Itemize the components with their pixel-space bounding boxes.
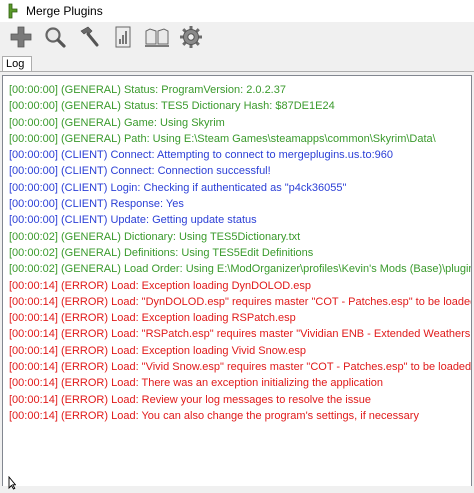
log-line: [00:00:00] (GENERAL) Path: Using E:\Stea… <box>9 132 436 145</box>
log-line: [00:00:14] (ERROR) Load: "RSPatch.esp" r… <box>9 328 471 341</box>
log-output[interactable]: [00:00:00] (GENERAL) Status: ProgramVers… <box>2 75 472 487</box>
tab-log[interactable]: Log <box>2 56 32 72</box>
log-line: [00:00:00] (CLIENT) Update: Getting upda… <box>9 214 257 227</box>
log-line: [00:00:00] (GENERAL) Status: TES5 Dictio… <box>9 100 335 113</box>
mouse-cursor-icon <box>8 476 16 490</box>
report-icon[interactable] <box>106 23 140 51</box>
plus-icon[interactable] <box>4 23 38 51</box>
magnifier-icon[interactable] <box>38 23 72 51</box>
books-icon[interactable] <box>140 23 174 51</box>
log-line: [00:00:00] (CLIENT) Login: Checking if a… <box>9 181 347 194</box>
log-line: [00:00:00] (GENERAL) Status: ProgramVers… <box>9 84 286 96</box>
tab-log-label: Log <box>6 58 25 70</box>
log-line: [00:00:14] (ERROR) Load: Exception loadi… <box>9 344 306 357</box>
log-line: [00:00:14] (ERROR) Load: You can also ch… <box>9 409 419 422</box>
log-line: [00:00:00] (CLIENT) Connect: Connection … <box>9 165 271 178</box>
log-panel: [00:00:00] (GENERAL) Status: ProgramVers… <box>0 71 474 493</box>
log-line: [00:00:02] (GENERAL) Load Order: Using E… <box>9 263 472 276</box>
app-icon <box>8 3 18 19</box>
title-bar: Merge Plugins <box>0 0 474 22</box>
log-line: [00:00:14] (ERROR) Load: Exception loadi… <box>9 312 296 325</box>
log-line: [00:00:02] (GENERAL) Definitions: Using … <box>9 246 314 259</box>
log-line: [00:00:00] (GENERAL) Game: Using Skyrim <box>9 116 225 129</box>
log-line: [00:00:14] (ERROR) Load: "DynDOLOD.esp" … <box>9 295 472 308</box>
window-title: Merge Plugins <box>26 4 103 18</box>
gear-icon[interactable] <box>174 23 208 51</box>
hammer-icon[interactable] <box>72 23 106 51</box>
log-line: [00:00:00] (CLIENT) Connect: Attempting … <box>9 149 393 162</box>
log-line: [00:00:14] (ERROR) Load: Exception loadi… <box>9 279 312 292</box>
log-line: [00:00:00] (CLIENT) Response: Yes <box>9 198 184 211</box>
log-line: [00:00:14] (ERROR) Load: "Vivid Snow.esp… <box>9 361 472 374</box>
log-line: [00:00:02] (GENERAL) Dictionary: Using T… <box>9 230 301 243</box>
log-line: [00:00:14] (ERROR) Load: Review your log… <box>9 393 371 406</box>
log-line: [00:00:14] (ERROR) Load: There was an ex… <box>9 377 384 390</box>
tab-strip: Log <box>0 52 474 72</box>
status-bar <box>0 486 474 493</box>
toolbar <box>0 22 474 52</box>
